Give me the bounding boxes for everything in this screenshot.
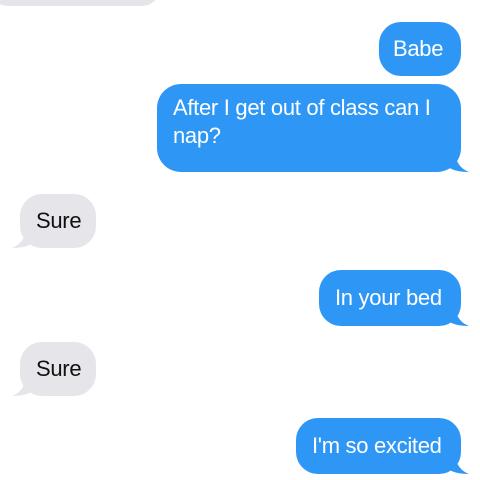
bubble-tail-icon xyxy=(447,304,469,326)
message-text: Babe xyxy=(393,36,444,61)
message-bubble-received-partial[interactable] xyxy=(0,0,160,6)
bubble-tail-icon xyxy=(447,150,469,172)
message-text: Sure xyxy=(36,356,82,381)
message-text: After I get out of class can I nap? xyxy=(173,95,431,148)
message-bubble-sent[interactable]: I'm so excited xyxy=(296,418,469,474)
bubble-tail-icon xyxy=(12,226,34,248)
message-text: Sure xyxy=(36,208,82,233)
message-thread: Babe After I get out of class can I nap?… xyxy=(0,0,480,480)
bubble-tail-icon xyxy=(12,374,34,396)
message-bubble-sent[interactable]: After I get out of class can I nap? xyxy=(157,84,469,172)
message-bubble-sent[interactable]: In your bed xyxy=(319,270,469,326)
bubble-tail-icon xyxy=(447,452,469,474)
message-bubble-sent[interactable]: Babe xyxy=(379,22,461,76)
message-text: I'm so excited xyxy=(312,433,442,458)
message-bubble-received[interactable]: Sure xyxy=(12,194,96,248)
message-text: In your bed xyxy=(335,285,442,310)
message-bubble-received[interactable]: Sure xyxy=(12,342,96,396)
